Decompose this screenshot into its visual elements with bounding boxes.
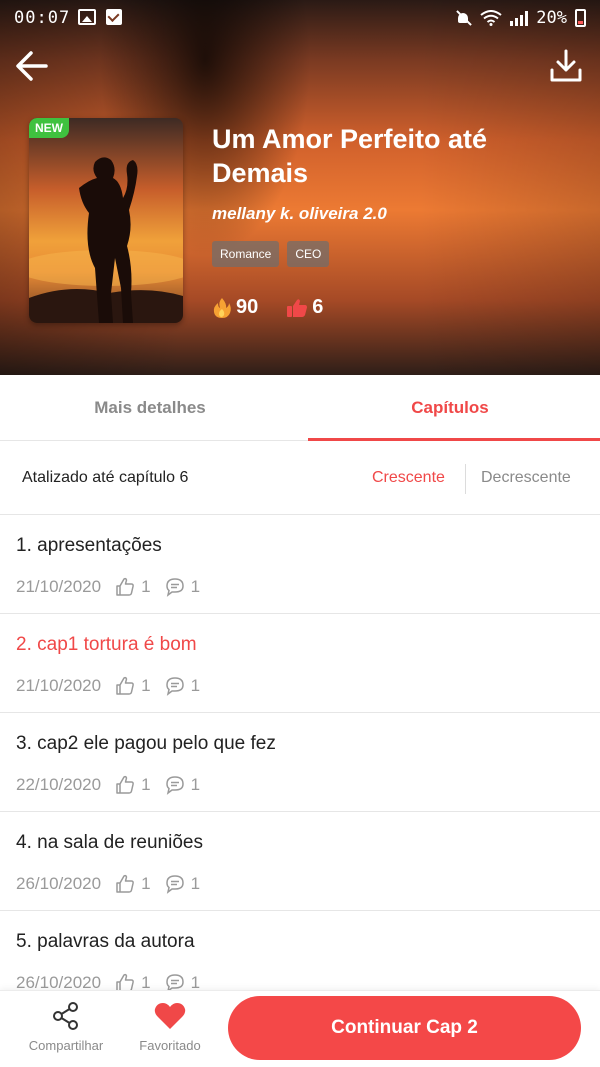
- battery-icon: [575, 9, 586, 27]
- chapter-comments: 1: [190, 577, 201, 596]
- comment-icon: [165, 677, 184, 696]
- chapter-date: 26/10/2020: [16, 874, 102, 893]
- arrow-left-icon: [16, 51, 48, 81]
- like-outline-icon: [116, 874, 134, 893]
- gallery-notification-icon: [78, 9, 96, 25]
- book-title: Um Amor Perfeito até Demais: [212, 124, 488, 188]
- wifi-icon: [480, 10, 502, 26]
- fire-icon: [213, 297, 231, 318]
- chapter-comments: 1: [190, 775, 201, 794]
- sort-bar: Atalizado até capítulo 6 Crescente Decre…: [0, 442, 600, 515]
- tab-chapters[interactable]: Capítulos: [300, 375, 600, 441]
- chapter-comments: 1: [190, 676, 201, 695]
- download-icon: [550, 49, 582, 82]
- tag-list: Romance CEO: [212, 241, 330, 267]
- views-count: 90: [236, 296, 259, 318]
- comment-icon: [165, 974, 184, 990]
- sort-divider: [465, 464, 466, 494]
- tag-ceo[interactable]: CEO: [287, 241, 330, 267]
- battery-level: 20%: [536, 8, 567, 28]
- chapter-date: 21/10/2020: [16, 676, 102, 695]
- chapter-comments: 1: [190, 973, 201, 990]
- chapter-item[interactable]: 3. cap2 ele pagou pelo que fez 22/10/202…: [0, 713, 600, 812]
- back-button[interactable]: [14, 48, 50, 84]
- chapter-title: 1. apresentações: [16, 535, 162, 556]
- chapter-title: 5. palavras da autora: [16, 931, 195, 952]
- chapter-date: 21/10/2020: [16, 577, 102, 596]
- comment-icon: [165, 578, 184, 597]
- chapter-comments: 1: [190, 874, 201, 893]
- chapter-item-current[interactable]: 2. cap1 tortura é bom 21/10/2020 1 1: [0, 614, 600, 713]
- chapter-likes: 1: [141, 775, 151, 794]
- comment-icon: [165, 776, 184, 795]
- share-icon: [53, 1002, 78, 1030]
- favorite-label: Favoritado: [139, 1038, 201, 1053]
- share-button[interactable]: Compartilhar: [20, 1001, 112, 1061]
- book-stats: 90 6: [212, 296, 323, 319]
- status-time: 00:07: [14, 8, 71, 28]
- book-header: 00:07 20% NEW Um Amor Perfeito até Demai…: [0, 0, 600, 375]
- couple-silhouette-image: [29, 157, 183, 323]
- chapter-date: 22/10/2020: [16, 775, 102, 794]
- chapter-item[interactable]: 4. na sala de reuniões 26/10/2020 1 1: [0, 812, 600, 911]
- status-bar: 00:07 20%: [0, 0, 600, 36]
- heart-icon: [154, 1003, 186, 1029]
- thumbs-up-icon: [287, 298, 308, 317]
- like-outline-icon: [116, 676, 134, 695]
- chapter-title: 2. cap1 tortura é bom: [16, 634, 197, 655]
- checkbox-notification-icon: [106, 9, 122, 25]
- like-outline-icon: [116, 577, 134, 596]
- like-outline-icon: [116, 775, 134, 794]
- chapter-title: 4. na sala de reuniões: [16, 832, 203, 853]
- likes-stat: 6: [286, 296, 323, 319]
- chapter-likes: 1: [141, 577, 151, 596]
- comment-icon: [165, 875, 184, 894]
- mute-icon: [456, 10, 472, 26]
- bottom-action-bar: Compartilhar Favoritado Continuar Cap 2: [0, 990, 600, 1067]
- chapter-item[interactable]: 1. apresentações 21/10/2020 1 1: [0, 515, 600, 614]
- chapter-item[interactable]: 5. palavras da autora 26/10/2020 1 1: [0, 911, 600, 990]
- chapter-title: 3. cap2 ele pagou pelo que fez: [16, 733, 276, 754]
- book-cover: NEW: [29, 118, 183, 323]
- tab-more-details[interactable]: Mais detalhes: [0, 375, 300, 440]
- chapter-list: 1. apresentações 21/10/2020 1 1 2. cap1 …: [0, 515, 600, 990]
- chapter-likes: 1: [141, 874, 151, 893]
- chapter-likes: 1: [141, 973, 151, 990]
- new-badge: NEW: [29, 118, 69, 138]
- update-status-label: Atalizado até capítulo 6: [22, 469, 189, 486]
- continue-reading-button[interactable]: Continuar Cap 2: [228, 996, 581, 1060]
- favorite-button[interactable]: Favoritado: [130, 1001, 210, 1061]
- book-author: mellany k. oliveira 2.0: [212, 204, 387, 223]
- tab-bar: Mais detalhes Capítulos: [0, 375, 600, 441]
- chapter-date: 26/10/2020: [16, 973, 102, 990]
- chapter-likes: 1: [141, 676, 151, 695]
- download-button[interactable]: [548, 48, 584, 84]
- likes-count: 6: [312, 296, 324, 318]
- signal-icon: [510, 10, 529, 26]
- like-outline-icon: [116, 973, 134, 990]
- share-label: Compartilhar: [28, 1038, 104, 1053]
- sort-ascending-button[interactable]: Crescente: [372, 469, 445, 487]
- tag-romance[interactable]: Romance: [212, 241, 280, 267]
- sort-descending-button[interactable]: Decrescente: [481, 469, 571, 487]
- views-stat: 90: [212, 296, 258, 319]
